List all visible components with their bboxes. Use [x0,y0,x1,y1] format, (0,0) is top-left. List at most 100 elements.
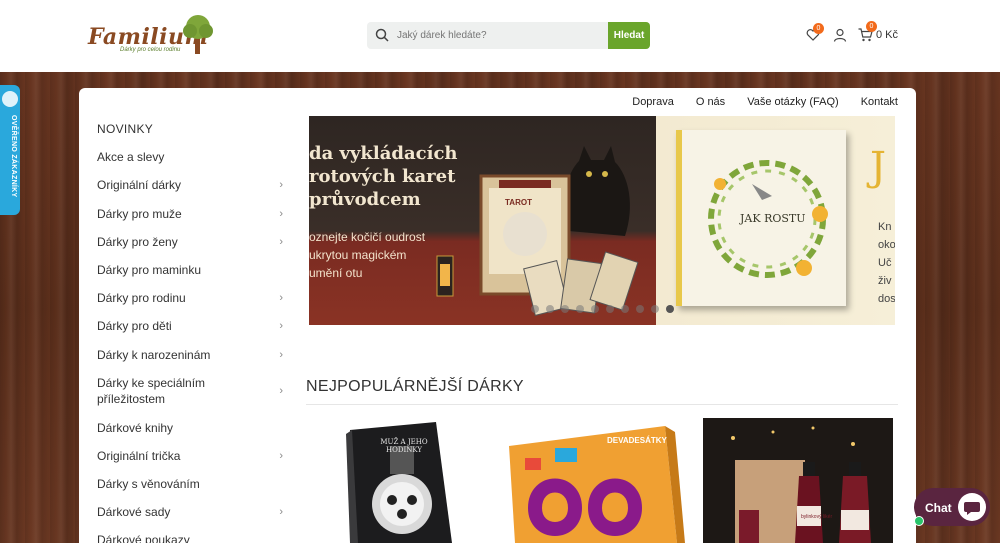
chat-button[interactable]: Chat [914,488,990,526]
slide2-line: dos [878,293,895,305]
search-bar: Hledat [367,22,650,49]
logo[interactable]: Familium Dárky pro celou rodinu [88,14,218,58]
chevron-right-icon: › [279,449,283,462]
online-status-dot [914,516,924,526]
menu-item-originalni-darky[interactable]: Originální dárky › [97,177,283,205]
top-nav: Doprava O nás Vaše otázky (FAQ) Kontakt [632,96,898,108]
menu-item-label: Dárky ke speciálním příležitostem [97,375,206,406]
verified-reviews-label: OVĚŘENO ZÁKAZNÍKY [10,115,17,198]
menu-item-label: Originální dárky [97,178,182,193]
menu-item-darky-k-narozeninam[interactable]: Dárky k narozeninám › [97,347,283,375]
slider-dots [531,305,674,313]
menu-item-label: Dárky s věnováním [97,477,200,492]
menu-item-darkove-knihy[interactable]: Dárkové knihy [97,420,277,448]
chevron-right-icon: › [279,348,283,361]
search-input[interactable] [397,22,607,49]
slider-dot[interactable] [636,305,644,313]
nav-link-kontakt[interactable]: Kontakt [861,96,898,108]
cart-total[interactable]: 0 Kč [876,29,898,41]
menu-item-label: Dárky pro rodinu [97,291,186,306]
product-title: bylinkový likér [801,514,833,520]
menu-item-darkove-poukazy[interactable]: Dárkové poukazy [97,532,277,543]
slider-dot[interactable] [591,305,599,313]
slider-dot[interactable] [651,305,659,313]
slide2-line: Kn [878,221,892,233]
product-card[interactable]: DEVADESÁTKY [495,418,685,543]
menu-item-darky-pro-rodinu[interactable]: Dárky pro rodinu › [97,290,283,318]
menu-item-darkove-sady[interactable]: Dárkové sady › [97,504,283,532]
product-image [346,422,452,543]
product-image [731,426,871,543]
chat-bubble-icon [958,493,986,521]
logo-tagline: Dárky pro celou rodinu [120,47,181,53]
verified-badge-icon [2,91,18,107]
header-scalloped-edge [0,68,1000,76]
menu-item-darky-pro-maminku[interactable]: Dárky pro maminku [97,262,277,290]
nav-link-faq[interactable]: Vaše otázky (FAQ) [747,96,839,108]
menu-item-label: Dárky pro děti [97,319,172,334]
verified-reviews-tab[interactable]: OVĚŘENO ZÁKAZNÍKY [0,85,20,215]
menu-item-label: Originální trička [97,448,181,463]
menu-item-darky-pro-deti[interactable]: Dárky pro děti › [97,318,283,346]
menu-item-label: Dárky k narozeninám [97,347,211,362]
section-divider [306,404,898,405]
menu-item-label: NOVINKY [97,122,154,136]
menu-item-darky-s-venovanim[interactable]: Dárky s věnováním [97,476,277,504]
banner-slide-jak-rostu[interactable]: JAK ROSTU J Kn oko Uč živ dos [656,116,895,325]
user-icon[interactable] [833,28,847,42]
menu-item-akce[interactable]: Akce a slevy [97,149,277,177]
main-panel: Doprava O nás Vaše otázky (FAQ) Kontakt … [79,88,916,543]
menu-item-label: Dárkové poukazy [97,533,190,543]
menu-item-specialni-prilezitosti[interactable]: Dárky ke speciálním příležitostem › [97,375,283,420]
slider-dot[interactable] [546,305,554,313]
product-title: MUŽ A JEHO HODINKY [380,438,428,454]
menu-item-label: Dárkové sady [97,505,171,520]
nav-link-doprava[interactable]: Doprava [632,96,674,108]
menu-item-label: Dárky pro muže [97,206,182,221]
slide2-side-text: Kn oko Uč živ dos [878,218,895,308]
menu-item-darky-pro-zeny[interactable]: Dárky pro ženy › [97,234,283,262]
slide2-heading-letter: J [870,144,887,190]
chevron-right-icon: › [279,207,283,220]
menu-item-darky-pro-muze[interactable]: Dárky pro muže › [97,206,283,234]
product-title: DEVADESÁTKY [607,436,667,445]
book-title: JAK ROSTU [740,212,806,225]
jak-rostu-book: JAK ROSTU [676,130,846,306]
menu-item-label: Dárkové knihy [97,420,174,435]
menu-item-label: Akce a slevy [97,150,165,165]
product-card[interactable]: bylinkový likér [703,418,893,543]
slider-dot[interactable] [561,305,569,313]
wishlist-badge: 0 [813,23,824,34]
slider-dot[interactable] [666,305,674,313]
slider-dot[interactable] [576,305,584,313]
chevron-right-icon: › [279,235,283,248]
chevron-right-icon: › [279,292,283,305]
chevron-right-icon: › [279,320,283,333]
slider-dot[interactable] [606,305,614,313]
tree-icon [183,15,213,54]
chevron-right-icon: › [279,384,283,397]
slide2-line: Uč [878,257,892,269]
slider-dot[interactable] [531,305,539,313]
menu-item-novinky[interactable]: NOVINKY [97,121,277,149]
search-button[interactable]: Hledat [608,22,650,49]
chat-label: Chat [925,501,952,515]
menu-item-originalni-tricka[interactable]: Originální trička › [97,448,283,476]
search-icon [375,28,389,42]
section-title: NEJPOPULÁRNĚJŠÍ DÁRKY [306,378,524,395]
chevron-right-icon: › [279,179,283,192]
slide-subtitle: oznejte kočičí oudrost ukrytou magickém … [309,230,426,280]
nav-link-o-nas[interactable]: O nás [696,96,725,108]
menu-item-label: Dárky pro maminku [97,262,202,277]
product-card[interactable]: MUŽ A JEHO HODINKY [306,418,496,543]
chevron-right-icon: › [279,506,283,519]
tarot-book-label: TAROT [505,198,532,207]
header: Familium Dárky pro celou rodinu Hledat 0… [0,0,1000,72]
banner-slider[interactable]: da vykládacích rotových karet průvodcem … [309,116,895,325]
tarot-cards-illustration [436,146,639,317]
banner-slide-tarot[interactable]: da vykládacích rotových karet průvodcem … [309,116,656,325]
category-menu: NOVINKY Akce a slevy Originální dárky › D… [97,121,283,543]
slide2-line: živ [878,275,892,287]
slide2-line: oko [878,239,895,251]
slider-dot[interactable] [621,305,629,313]
